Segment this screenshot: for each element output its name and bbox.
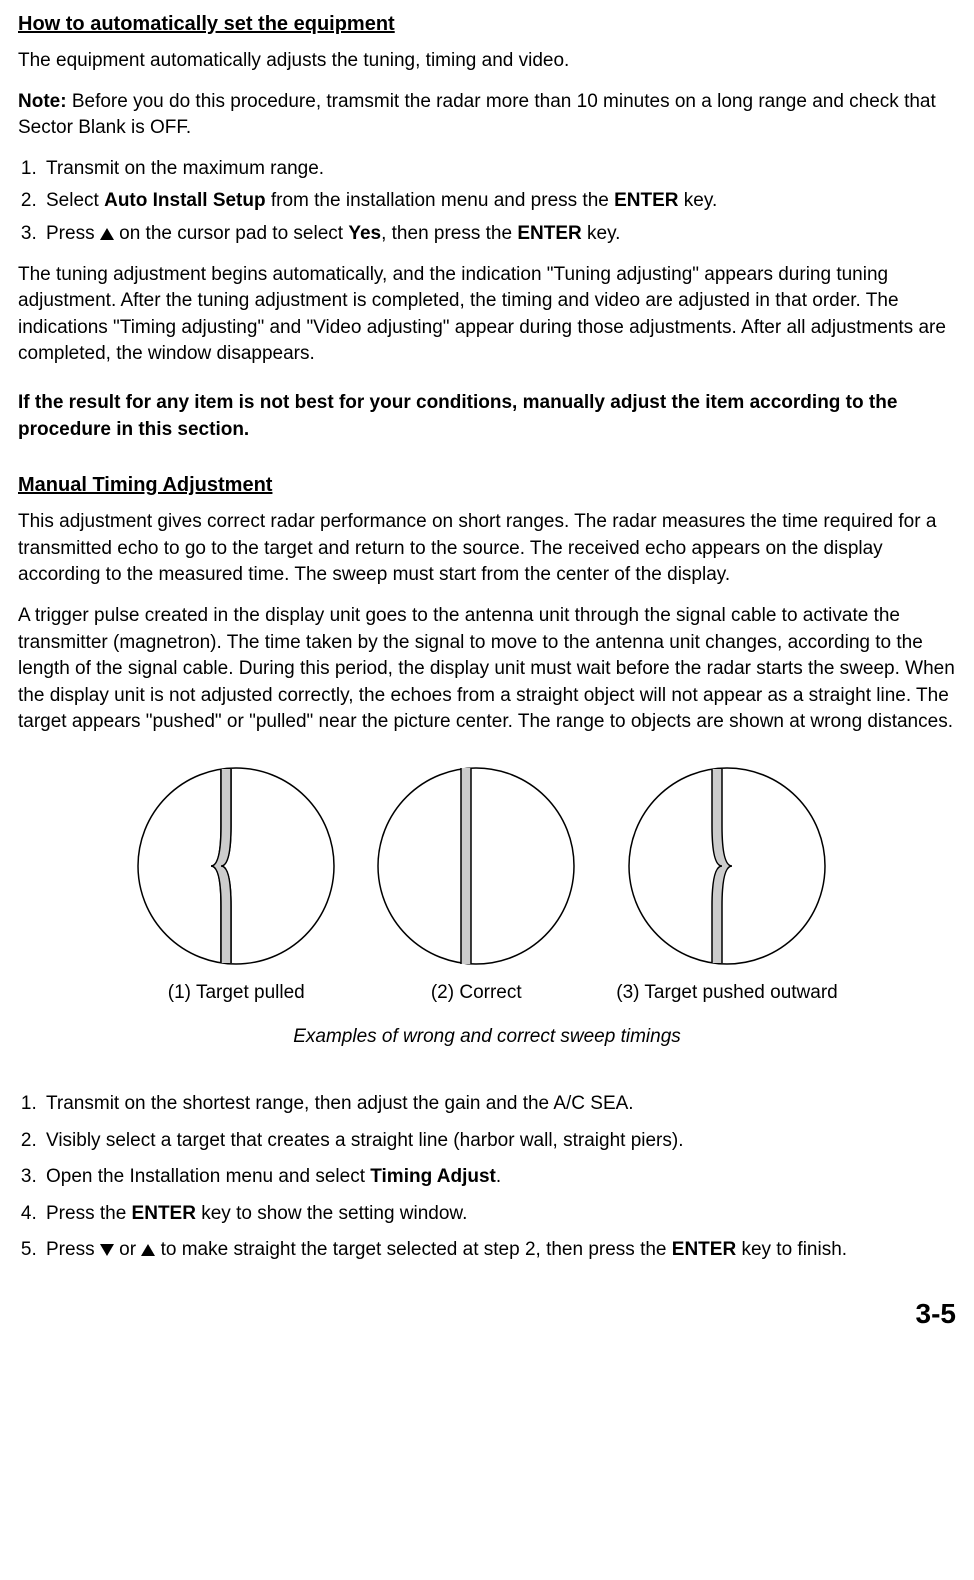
step-text: on the cursor pad to select: [114, 223, 348, 244]
para-manual-intro: This adjustment gives correct radar perf…: [18, 509, 956, 589]
heading-manual-timing: Manual Timing Adjustment: [18, 471, 956, 499]
circle-correct-icon: [376, 766, 576, 966]
step-bold: Yes: [348, 223, 381, 244]
para-trigger-pulse: A trigger pulse created in the display u…: [18, 603, 956, 736]
step-bold: Timing Adjust: [370, 1166, 496, 1187]
list-item: Visibly select a target that creates a s…: [42, 1128, 956, 1155]
step-bold: Auto Install Setup: [104, 190, 266, 211]
para-tuning-process: The tuning adjustment begins automatical…: [18, 262, 956, 368]
figure-target-pushed: (3) Target pushed outward: [616, 766, 837, 1007]
figure-sweep-timings: (1) Target pulled (2) Correct (3) Target…: [18, 766, 956, 1007]
step-text: to make straight the target selected at …: [155, 1239, 671, 1260]
up-arrow-icon: [141, 1244, 155, 1256]
step-text: key.: [679, 190, 718, 211]
figure-correct: (2) Correct: [376, 766, 576, 1007]
up-arrow-icon: [100, 228, 114, 240]
list-item: Select Auto Install Setup from the insta…: [42, 188, 956, 215]
figure-label: (2) Correct: [431, 980, 522, 1007]
step-text: .: [496, 1166, 501, 1187]
list-item: Press or to make straight the target sel…: [42, 1237, 956, 1264]
list-item: Press on the cursor pad to select Yes, t…: [42, 221, 956, 248]
step-text: , then press the: [381, 223, 517, 244]
list-item: Press the ENTER key to show the setting …: [42, 1201, 956, 1228]
list-item: Transmit on the maximum range.: [42, 156, 956, 183]
auto-setup-steps: Transmit on the maximum range. Select Au…: [18, 156, 956, 248]
figure-target-pulled: (1) Target pulled: [136, 766, 336, 1007]
step-text: key to finish.: [736, 1239, 847, 1260]
step-text: key.: [582, 223, 621, 244]
circle-pulled-icon: [136, 766, 336, 966]
step-text: or: [114, 1239, 141, 1260]
note-text: Before you do this procedure, tramsmit t…: [18, 91, 936, 139]
para-manual-note: If the result for any item is not best f…: [18, 390, 956, 443]
list-item: Transmit on the shortest range, then adj…: [42, 1091, 956, 1118]
down-arrow-icon: [100, 1244, 114, 1256]
step-text: Select: [46, 190, 104, 211]
step-bold: ENTER: [132, 1203, 196, 1224]
heading-auto-setup: How to automatically set the equipment: [18, 10, 956, 38]
page-number: 3-5: [18, 1294, 956, 1333]
figure-caption: Examples of wrong and correct sweep timi…: [18, 1024, 956, 1051]
step-bold: ENTER: [672, 1239, 736, 1260]
step-text: from the installation menu and press the: [266, 190, 615, 211]
step-text: Press: [46, 223, 100, 244]
step-text: Press the: [46, 1203, 132, 1224]
step-text: Press: [46, 1239, 100, 1260]
figure-label: (1) Target pulled: [168, 980, 305, 1007]
manual-timing-steps: Transmit on the shortest range, then adj…: [18, 1091, 956, 1264]
para-auto-intro: The equipment automatically adjusts the …: [18, 48, 956, 75]
figure-label: (3) Target pushed outward: [616, 980, 837, 1007]
para-note: Note: Before you do this procedure, tram…: [18, 89, 956, 142]
note-label: Note:: [18, 91, 67, 112]
list-item: Open the Installation menu and select Ti…: [42, 1164, 956, 1191]
step-bold: ENTER: [614, 190, 678, 211]
step-text: key to show the setting window.: [196, 1203, 467, 1224]
step-text: Open the Installation menu and select: [46, 1166, 370, 1187]
circle-pushed-icon: [627, 766, 827, 966]
step-bold: ENTER: [517, 223, 581, 244]
